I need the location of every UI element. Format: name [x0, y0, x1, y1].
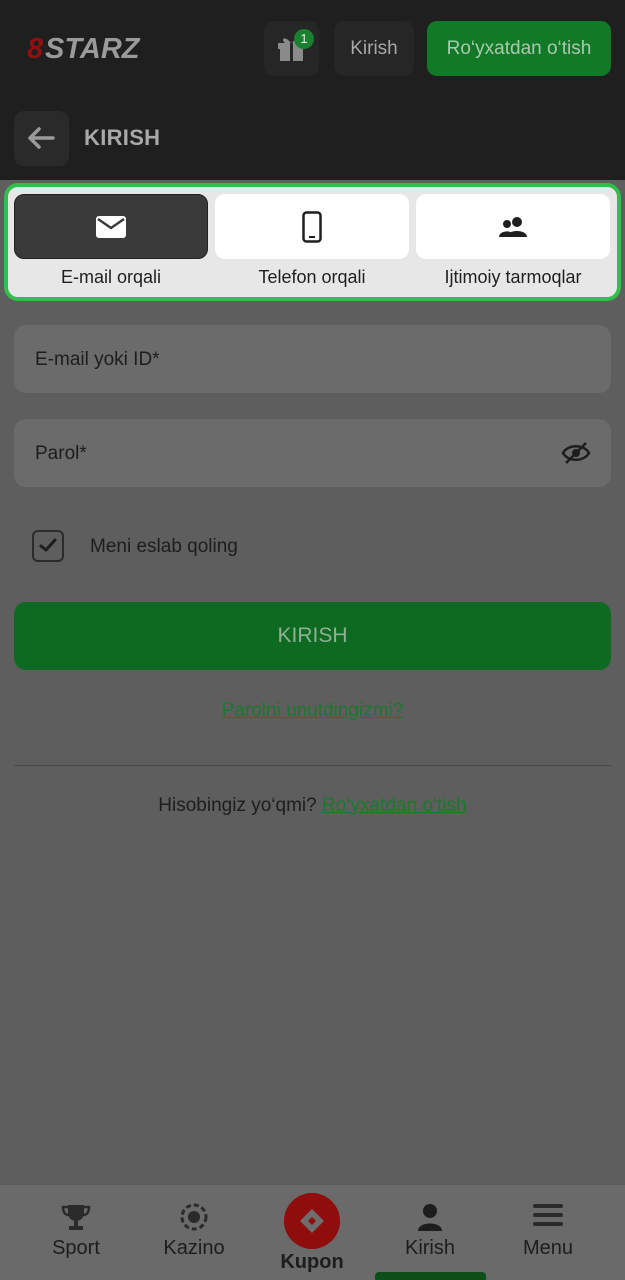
nav-menu[interactable]: Menu	[489, 1185, 607, 1280]
nav-sport-label: Sport	[52, 1237, 100, 1259]
signup-prompt: Hisobingiz yo‘qmi? Ro‘yxatdan o‘tish	[0, 795, 625, 817]
page-header: KIRISH	[0, 96, 625, 180]
remember-label: Meni eslab qoling	[90, 536, 238, 557]
gift-button[interactable]: 1	[264, 21, 319, 76]
no-account-text: Hisobingiz yo‘qmi?	[158, 795, 317, 816]
method-social-label: Ijtimoiy tarmoqlar	[444, 267, 582, 287]
method-social[interactable]: Ijtimoiy tarmoqlar	[416, 194, 610, 290]
svg-text:8: 8	[27, 33, 44, 64]
phone-icon	[302, 210, 322, 243]
checkmark-icon	[39, 538, 57, 552]
arrow-left-icon	[28, 127, 55, 149]
password-placeholder: Parol*	[35, 443, 87, 464]
users-icon	[499, 216, 527, 237]
register-button[interactable]: Ro‘yxatdan o‘tish	[427, 21, 611, 76]
login-submit-button[interactable]: KIRISH	[14, 602, 611, 670]
method-email-label: E-mail orqali	[60, 267, 162, 287]
nav-coupon-label: Kupon	[280, 1251, 344, 1273]
nav-coupon[interactable]: Kupon	[253, 1185, 371, 1280]
method-email-card[interactable]	[14, 194, 208, 259]
ticket-icon	[300, 1209, 324, 1233]
method-email[interactable]: E-mail orqali	[14, 194, 208, 290]
login-button[interactable]: Kirish	[334, 21, 414, 76]
envelope-icon	[96, 215, 126, 238]
nav-casino-label: Kazino	[163, 1237, 225, 1259]
method-phone-card[interactable]	[215, 194, 409, 259]
user-icon	[418, 1204, 442, 1231]
method-phone-label: Telefon orqali	[258, 267, 366, 287]
nav-casino[interactable]: Kazino	[135, 1185, 253, 1280]
password-field[interactable]: Parol*	[14, 419, 611, 487]
bottom-nav: Sport Kazino Kupon Kirish Menu	[0, 1184, 625, 1280]
nav-active-indicator	[375, 1272, 486, 1280]
nav-login-label: Kirish	[404, 1237, 455, 1259]
email-placeholder: E-mail yoki ID*	[35, 349, 160, 370]
remember-checkbox[interactable]	[32, 530, 64, 562]
method-phone[interactable]: Telefon orqali	[215, 194, 409, 290]
trophy-icon	[61, 1205, 91, 1230]
nav-sport[interactable]: Sport	[17, 1185, 135, 1280]
gift-badge: 1	[294, 29, 314, 49]
email-field[interactable]: E-mail yoki ID*	[14, 325, 611, 393]
svg-text:STARZ: STARZ	[45, 33, 141, 64]
brand-logo[interactable]: 8 STARZ	[27, 32, 177, 64]
method-social-card[interactable]	[416, 194, 610, 259]
login-method-selector: E-mail orqali Telefon orqali Ijtimoiy ta…	[4, 183, 621, 301]
coupon-button[interactable]	[284, 1193, 340, 1249]
back-button[interactable]	[14, 111, 69, 166]
top-header: 8 STARZ 1 Kirish Ro‘yxatdan o‘tish	[0, 0, 625, 96]
hamburger-icon	[533, 1204, 563, 1226]
casino-chip-icon	[180, 1203, 208, 1231]
nav-menu-label: Menu	[522, 1237, 574, 1259]
signup-link[interactable]: Ro‘yxatdan o‘tish	[322, 795, 467, 816]
eye-off-icon[interactable]	[561, 441, 591, 465]
divider	[14, 765, 611, 766]
forgot-password-link[interactable]: Parolni unutdingizmi?	[0, 700, 625, 722]
page-title: KIRISH	[84, 125, 161, 150]
nav-login[interactable]: Kirish	[371, 1185, 489, 1280]
